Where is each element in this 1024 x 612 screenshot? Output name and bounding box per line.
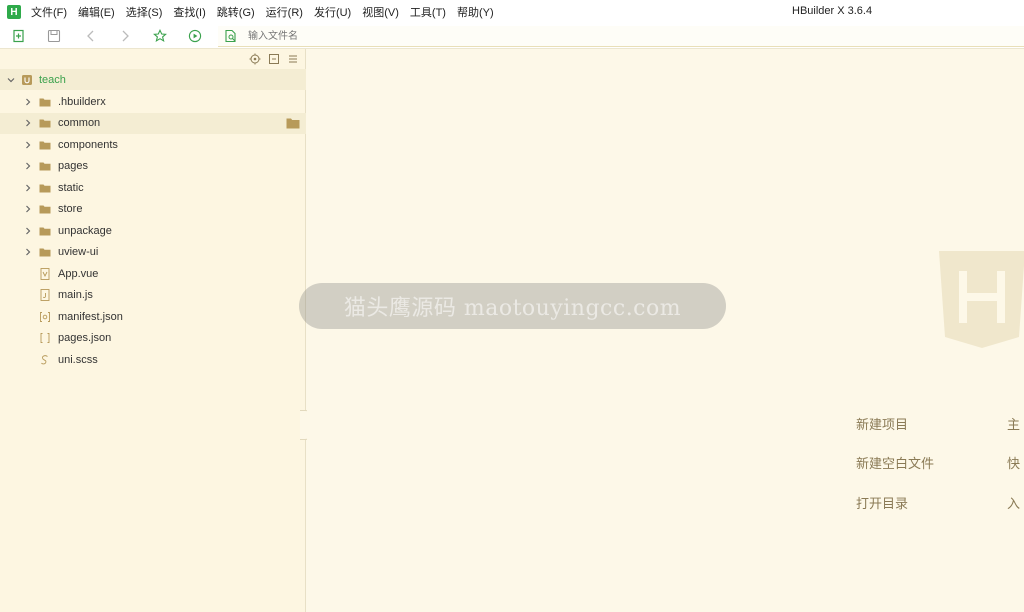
chevron-right-icon[interactable] (23, 118, 33, 128)
menu-icon[interactable] (287, 53, 299, 65)
tree-item-label: common (58, 117, 101, 129)
menu-help[interactable]: 帮助(Y) (457, 4, 494, 20)
open-folder-icon[interactable] (286, 117, 300, 129)
getting-started-link[interactable]: 入 (1007, 493, 1020, 512)
tree-file[interactable]: uni.scss (0, 349, 306, 370)
js-file-icon (39, 289, 51, 301)
tree-folder[interactable]: common (0, 112, 306, 134)
folder-icon (39, 160, 51, 172)
tree-item-label: store (58, 203, 83, 215)
star-icon[interactable] (153, 29, 167, 43)
back-icon[interactable] (84, 29, 98, 43)
menu-select[interactable]: 选择(S) (126, 4, 163, 20)
chevron-right-icon[interactable] (23, 97, 33, 107)
tree-folder[interactable]: store (0, 199, 306, 220)
uniapp-project-icon (21, 74, 33, 86)
open-directory-link[interactable]: 打开目录 (856, 493, 908, 512)
tree-item-label: static (58, 181, 84, 194)
tree-folder[interactable]: components (0, 134, 306, 155)
forward-icon[interactable] (118, 29, 132, 43)
chevron-right-icon[interactable] (23, 204, 33, 214)
chevron-right-icon[interactable] (23, 161, 33, 171)
hbuilder-watermark-logo-icon (939, 251, 1024, 348)
tree-item-label: .hbuilderx (58, 95, 106, 108)
new-blank-file-link[interactable]: 新建空白文件 (856, 453, 934, 472)
new-file-icon[interactable] (12, 29, 26, 43)
manifest-file-icon (39, 311, 51, 323)
tree-item-label: manifest.json (58, 310, 123, 323)
shortcut-link[interactable]: 快 (1007, 453, 1020, 472)
project-explorer: teach .hbuilderx common components pages sta… (0, 49, 320, 612)
menu-run[interactable]: 运行(R) (266, 4, 303, 20)
run-icon[interactable] (188, 29, 202, 43)
menu-publish[interactable]: 发行(U) (314, 4, 351, 20)
folder-icon (39, 203, 51, 215)
collapse-all-icon[interactable] (268, 53, 280, 65)
menu-tools[interactable]: 工具(T) (410, 4, 446, 20)
filename-search-bar (218, 26, 1024, 47)
filename-input[interactable] (248, 28, 548, 44)
chevron-right-icon[interactable] (23, 183, 33, 193)
scss-file-icon (39, 354, 51, 366)
menu-file[interactable]: 文件(F) (31, 4, 67, 20)
save-icon[interactable] (47, 29, 61, 43)
explorer-toolbar (249, 53, 299, 65)
hbuilder-logo-icon: H (7, 5, 21, 19)
chevron-right-icon[interactable] (23, 226, 33, 236)
file-search-icon[interactable] (224, 29, 238, 43)
folder-icon (39, 182, 51, 194)
folder-icon (39, 139, 51, 151)
tree-folder[interactable]: unpackage (0, 220, 306, 241)
folder-icon (39, 246, 51, 258)
theme-link[interactable]: 主 (1007, 414, 1020, 433)
vue-file-icon (39, 267, 51, 280)
window-title: HBuilder X 3.6.4 (792, 5, 873, 17)
site-watermark: 猫头鹰源码 maotouyingcc.com (299, 283, 726, 329)
new-project-link[interactable]: 新建项目 (856, 414, 908, 433)
folder-icon (39, 96, 51, 108)
folder-icon (39, 225, 51, 237)
tree-file[interactable]: App.vue (0, 263, 306, 284)
chevron-right-icon[interactable] (23, 247, 33, 257)
tree-file[interactable]: main.js (0, 285, 306, 306)
chevron-right-icon[interactable] (23, 140, 33, 150)
welcome-page: 新建项目 新建空白文件 打开目录 主 快 入 (307, 49, 1024, 612)
menu-find[interactable]: 查找(I) (173, 4, 205, 20)
menu-bar: H 文件(F) 编辑(E) 选择(S) 查找(I) 跳转(G) 运行(R) 发行… (0, 0, 1024, 24)
toolbar (0, 24, 1024, 49)
folder-icon (39, 117, 51, 129)
menu-view[interactable]: 视图(V) (362, 4, 399, 20)
locate-icon[interactable] (249, 53, 261, 65)
tree-item-label: unpackage (58, 224, 112, 237)
tree-folder[interactable]: uview-ui (0, 242, 306, 263)
menu-edit[interactable]: 编辑(E) (78, 4, 115, 20)
tree-item-label: uview-ui (58, 246, 99, 258)
menu-goto[interactable]: 跳转(G) (217, 4, 255, 20)
tree-folder[interactable]: pages (0, 156, 306, 177)
tree-item-label: main.js (58, 289, 93, 301)
tree-item-label: App.vue (58, 267, 99, 280)
tree-folder[interactable]: static (0, 177, 306, 198)
tree-file[interactable]: manifest.json (0, 306, 306, 327)
tree-item-label: uni.scss (58, 353, 98, 366)
json-file-icon (39, 332, 51, 344)
chevron-down-icon[interactable] (6, 75, 16, 85)
tree-item-label: components (58, 138, 118, 151)
project-name: teach (39, 73, 66, 86)
tree-folder[interactable]: .hbuilderx (0, 91, 306, 112)
project-root-teach[interactable]: teach (0, 69, 306, 90)
tree-item-label: pages (58, 160, 88, 172)
tree-item-label: pages.json (58, 332, 112, 344)
tree-file[interactable]: pages.json (0, 328, 306, 349)
